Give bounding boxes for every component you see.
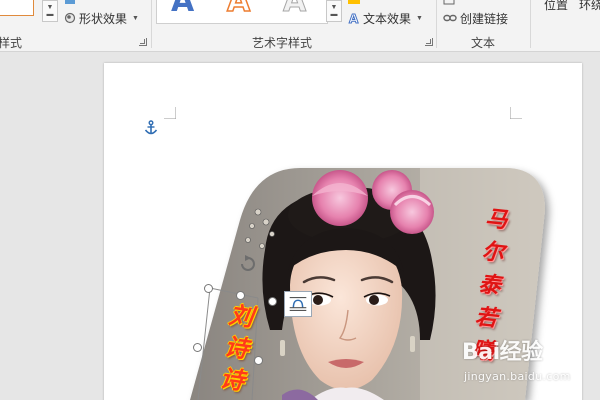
layout-options-icon <box>289 296 307 312</box>
watermark-logo: Bai经验 <box>462 340 543 365</box>
resize-handle[interactable] <box>236 291 245 300</box>
rotate-icon[interactable] <box>238 254 258 274</box>
resize-handle[interactable] <box>204 284 213 293</box>
picture-layer: 马 尔 泰 若 曦 刘 诗 诗 Bai经验 jingyan.baidu.com <box>0 0 600 400</box>
actor-name-char: 刘 <box>227 299 255 332</box>
watermark: Bai经验 jingyan.baidu.com <box>462 334 571 383</box>
actor-name-char: 诗 <box>222 331 251 364</box>
resize-handle[interactable] <box>268 297 277 306</box>
role-name-char: 若 <box>473 303 499 332</box>
actor-name-char: 诗 <box>218 363 247 396</box>
watermark-domain: jingyan.baidu.com <box>464 370 571 383</box>
resize-handle[interactable] <box>193 343 202 352</box>
layout-options-button[interactable] <box>284 291 312 317</box>
role-name-char: 泰 <box>477 270 502 300</box>
role-name-char: 马 <box>484 205 509 234</box>
resize-handle[interactable] <box>254 356 263 365</box>
role-name-char: 尔 <box>480 238 506 267</box>
